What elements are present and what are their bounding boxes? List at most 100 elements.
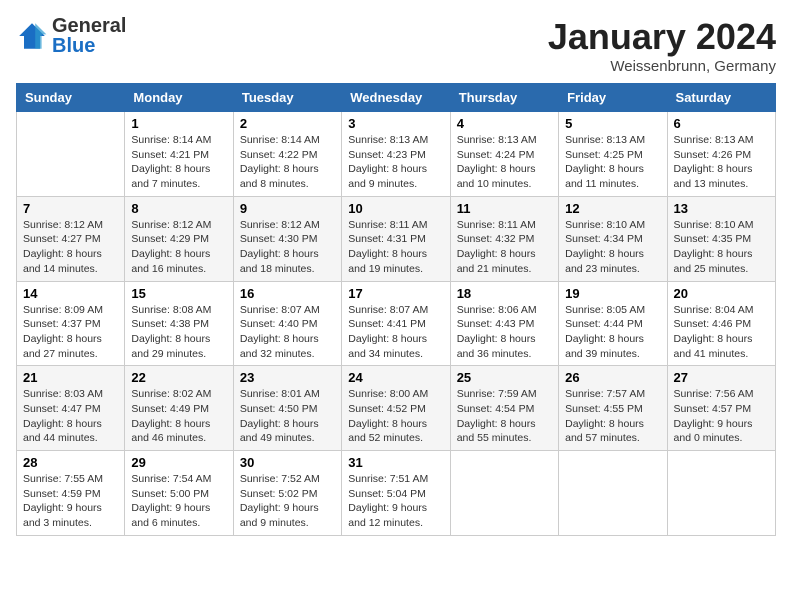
day-number: 18 bbox=[457, 286, 552, 301]
day-number: 16 bbox=[240, 286, 335, 301]
day-number: 14 bbox=[23, 286, 118, 301]
day-info: Sunrise: 8:10 AM Sunset: 4:35 PM Dayligh… bbox=[674, 218, 769, 277]
calendar-cell bbox=[17, 112, 125, 197]
calendar-cell: 21 Sunrise: 8:03 AM Sunset: 4:47 PM Dayli… bbox=[17, 366, 125, 451]
calendar-cell bbox=[559, 451, 667, 536]
day-number: 28 bbox=[23, 455, 118, 470]
calendar-cell: 14 Sunrise: 8:09 AM Sunset: 4:37 PM Dayli… bbox=[17, 281, 125, 366]
day-info: Sunrise: 7:52 AM Sunset: 5:02 PM Dayligh… bbox=[240, 472, 335, 531]
day-number: 7 bbox=[23, 201, 118, 216]
day-header-row: SundayMondayTuesdayWednesdayThursdayFrid… bbox=[17, 84, 776, 112]
day-info: Sunrise: 8:05 AM Sunset: 4:44 PM Dayligh… bbox=[565, 303, 660, 362]
logo-blue: Blue bbox=[52, 36, 126, 56]
calendar-cell: 19 Sunrise: 8:05 AM Sunset: 4:44 PM Dayli… bbox=[559, 281, 667, 366]
day-info: Sunrise: 8:01 AM Sunset: 4:50 PM Dayligh… bbox=[240, 387, 335, 446]
calendar-cell: 27 Sunrise: 7:56 AM Sunset: 4:57 PM Dayli… bbox=[667, 366, 775, 451]
logo-general: General bbox=[52, 16, 126, 36]
day-number: 23 bbox=[240, 370, 335, 385]
day-info: Sunrise: 8:12 AM Sunset: 4:27 PM Dayligh… bbox=[23, 218, 118, 277]
day-number: 15 bbox=[131, 286, 226, 301]
calendar-cell: 11Sunrise: 8:11 AM Sunset: 4:32 PM Dayli… bbox=[450, 196, 558, 281]
day-number: 4 bbox=[457, 116, 552, 131]
day-info: Sunrise: 8:13 AM Sunset: 4:25 PM Dayligh… bbox=[565, 133, 660, 192]
week-row-2: 7 Sunrise: 8:12 AM Sunset: 4:27 PM Daylig… bbox=[17, 196, 776, 281]
calendar-header: SundayMondayTuesdayWednesdayThursdayFrid… bbox=[17, 84, 776, 112]
day-info: Sunrise: 7:59 AM Sunset: 4:54 PM Dayligh… bbox=[457, 387, 552, 446]
day-number: 8 bbox=[131, 201, 226, 216]
day-info: Sunrise: 8:13 AM Sunset: 4:26 PM Dayligh… bbox=[674, 133, 769, 192]
day-of-week-sunday: Sunday bbox=[17, 84, 125, 112]
calendar-cell: 1 Sunrise: 8:14 AM Sunset: 4:21 PM Daylig… bbox=[125, 112, 233, 197]
day-info: Sunrise: 8:00 AM Sunset: 4:52 PM Dayligh… bbox=[348, 387, 443, 446]
day-info: Sunrise: 7:55 AM Sunset: 4:59 PM Dayligh… bbox=[23, 472, 118, 531]
calendar-cell: 25Sunrise: 7:59 AM Sunset: 4:54 PM Dayli… bbox=[450, 366, 558, 451]
day-number: 17 bbox=[348, 286, 443, 301]
day-info: Sunrise: 8:12 AM Sunset: 4:30 PM Dayligh… bbox=[240, 218, 335, 277]
day-of-week-thursday: Thursday bbox=[450, 84, 558, 112]
day-info: Sunrise: 8:07 AM Sunset: 4:40 PM Dayligh… bbox=[240, 303, 335, 362]
day-number: 13 bbox=[674, 201, 769, 216]
day-number: 12 bbox=[565, 201, 660, 216]
day-number: 11 bbox=[457, 201, 552, 216]
day-number: 3 bbox=[348, 116, 443, 131]
day-number: 9 bbox=[240, 201, 335, 216]
logo: General Blue bbox=[16, 16, 126, 56]
day-number: 21 bbox=[23, 370, 118, 385]
page-header: General Blue January 2024 Weissenbrunn, … bbox=[16, 16, 776, 75]
logo-text: General Blue bbox=[52, 16, 126, 56]
day-number: 5 bbox=[565, 116, 660, 131]
calendar-cell: 15 Sunrise: 8:08 AM Sunset: 4:38 PM Dayli… bbox=[125, 281, 233, 366]
day-info: Sunrise: 8:04 AM Sunset: 4:46 PM Dayligh… bbox=[674, 303, 769, 362]
calendar-cell: 18 Sunrise: 8:06 AM Sunset: 4:43 PM Dayli… bbox=[450, 281, 558, 366]
calendar-cell: 7 Sunrise: 8:12 AM Sunset: 4:27 PM Daylig… bbox=[17, 196, 125, 281]
calendar-cell: 8 Sunrise: 8:12 AM Sunset: 4:29 PM Daylig… bbox=[125, 196, 233, 281]
day-info: Sunrise: 8:02 AM Sunset: 4:49 PM Dayligh… bbox=[131, 387, 226, 446]
day-of-week-saturday: Saturday bbox=[667, 84, 775, 112]
day-info: Sunrise: 7:51 AM Sunset: 5:04 PM Dayligh… bbox=[348, 472, 443, 531]
calendar-cell: 23 Sunrise: 8:01 AM Sunset: 4:50 PM Dayli… bbox=[233, 366, 341, 451]
calendar-cell: 4 Sunrise: 8:13 AM Sunset: 4:24 PM Daylig… bbox=[450, 112, 558, 197]
calendar-cell: 5 Sunrise: 8:13 AM Sunset: 4:25 PM Daylig… bbox=[559, 112, 667, 197]
calendar-body: 1 Sunrise: 8:14 AM Sunset: 4:21 PM Daylig… bbox=[17, 112, 776, 536]
day-info: Sunrise: 8:03 AM Sunset: 4:47 PM Dayligh… bbox=[23, 387, 118, 446]
calendar-cell: 29Sunrise: 7:54 AM Sunset: 5:00 PM Dayli… bbox=[125, 451, 233, 536]
day-info: Sunrise: 7:57 AM Sunset: 4:55 PM Dayligh… bbox=[565, 387, 660, 446]
day-of-week-monday: Monday bbox=[125, 84, 233, 112]
day-info: Sunrise: 8:13 AM Sunset: 4:24 PM Dayligh… bbox=[457, 133, 552, 192]
logo-icon bbox=[16, 20, 48, 52]
day-number: 27 bbox=[674, 370, 769, 385]
calendar-cell: 10 Sunrise: 8:11 AM Sunset: 4:31 PM Dayli… bbox=[342, 196, 450, 281]
day-number: 1 bbox=[131, 116, 226, 131]
title-block: January 2024 Weissenbrunn, Germany bbox=[548, 16, 776, 75]
day-info: Sunrise: 8:11 AM Sunset: 4:31 PM Dayligh… bbox=[348, 218, 443, 277]
calendar-cell: 6Sunrise: 8:13 AM Sunset: 4:26 PM Daylig… bbox=[667, 112, 775, 197]
day-info: Sunrise: 8:12 AM Sunset: 4:29 PM Dayligh… bbox=[131, 218, 226, 277]
calendar-table: SundayMondayTuesdayWednesdayThursdayFrid… bbox=[16, 83, 776, 536]
day-info: Sunrise: 8:14 AM Sunset: 4:21 PM Dayligh… bbox=[131, 133, 226, 192]
day-number: 22 bbox=[131, 370, 226, 385]
day-number: 26 bbox=[565, 370, 660, 385]
location: Weissenbrunn, Germany bbox=[548, 58, 776, 75]
calendar-cell: 20 Sunrise: 8:04 AM Sunset: 4:46 PM Dayli… bbox=[667, 281, 775, 366]
day-number: 10 bbox=[348, 201, 443, 216]
calendar-cell: 28 Sunrise: 7:55 AM Sunset: 4:59 PM Dayli… bbox=[17, 451, 125, 536]
day-info: Sunrise: 7:54 AM Sunset: 5:00 PM Dayligh… bbox=[131, 472, 226, 531]
day-of-week-friday: Friday bbox=[559, 84, 667, 112]
calendar-cell: 3 Sunrise: 8:13 AM Sunset: 4:23 PM Daylig… bbox=[342, 112, 450, 197]
day-info: Sunrise: 8:09 AM Sunset: 4:37 PM Dayligh… bbox=[23, 303, 118, 362]
day-info: Sunrise: 8:07 AM Sunset: 4:41 PM Dayligh… bbox=[348, 303, 443, 362]
calendar-cell: 17 Sunrise: 8:07 AM Sunset: 4:41 PM Dayli… bbox=[342, 281, 450, 366]
day-number: 20 bbox=[674, 286, 769, 301]
day-number: 2 bbox=[240, 116, 335, 131]
calendar-cell: 30Sunrise: 7:52 AM Sunset: 5:02 PM Dayli… bbox=[233, 451, 341, 536]
calendar-cell bbox=[450, 451, 558, 536]
day-info: Sunrise: 8:08 AM Sunset: 4:38 PM Dayligh… bbox=[131, 303, 226, 362]
calendar-cell: 2Sunrise: 8:14 AM Sunset: 4:22 PM Daylig… bbox=[233, 112, 341, 197]
day-number: 19 bbox=[565, 286, 660, 301]
day-info: Sunrise: 8:13 AM Sunset: 4:23 PM Dayligh… bbox=[348, 133, 443, 192]
day-info: Sunrise: 8:10 AM Sunset: 4:34 PM Dayligh… bbox=[565, 218, 660, 277]
calendar-cell: 24Sunrise: 8:00 AM Sunset: 4:52 PM Dayli… bbox=[342, 366, 450, 451]
day-info: Sunrise: 8:06 AM Sunset: 4:43 PM Dayligh… bbox=[457, 303, 552, 362]
calendar-cell: 22 Sunrise: 8:02 AM Sunset: 4:49 PM Dayli… bbox=[125, 366, 233, 451]
day-info: Sunrise: 7:56 AM Sunset: 4:57 PM Dayligh… bbox=[674, 387, 769, 446]
